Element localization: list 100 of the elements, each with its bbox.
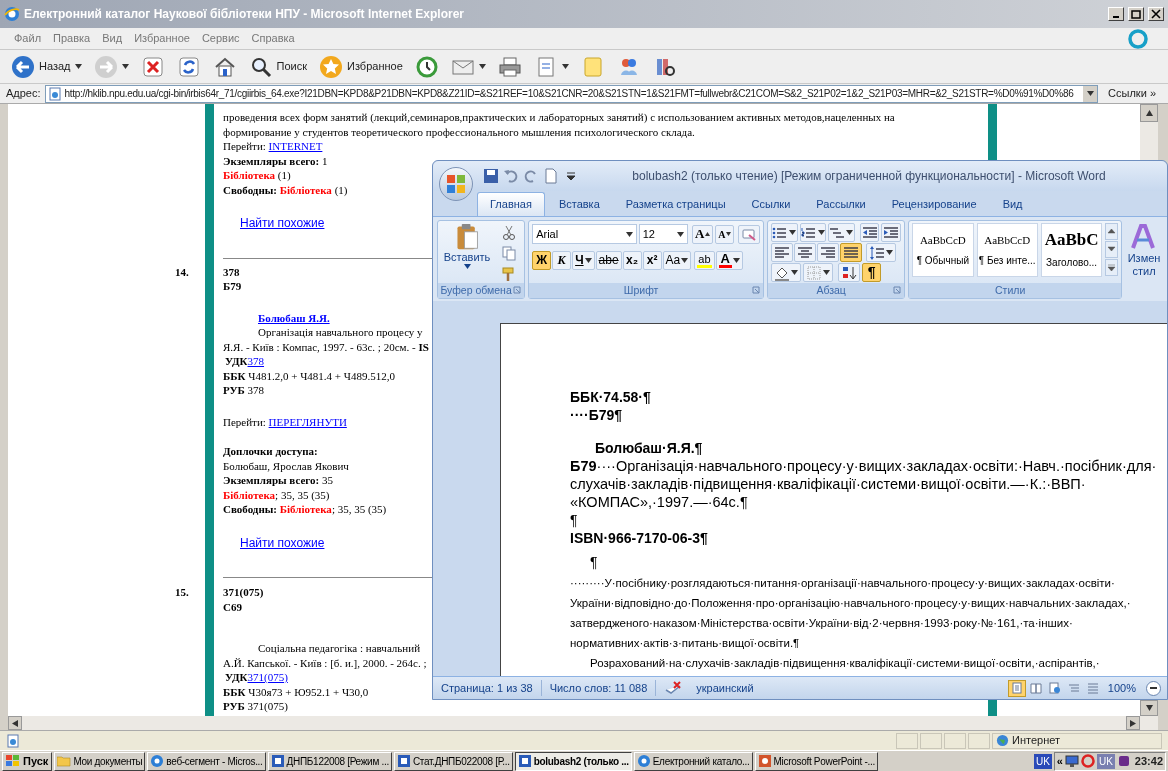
- line-spacing-button[interactable]: [866, 243, 897, 262]
- class-code: 378: [223, 264, 240, 279]
- clear-formatting-button[interactable]: [738, 224, 761, 244]
- format-button[interactable]: К: [552, 250, 572, 270]
- shading-button[interactable]: [771, 263, 802, 282]
- zoom-level[interactable]: 100%: [1107, 679, 1146, 697]
- search-button[interactable]: Поиск: [245, 52, 310, 81]
- caret-icon: [791, 270, 799, 275]
- caret-icon: [677, 231, 685, 237]
- taskbar-button[interactable]: веб-сегмент - Micros...: [147, 751, 266, 771]
- scroll-up-button[interactable]: [1105, 223, 1119, 240]
- scroll-down-button[interactable]: [1140, 700, 1158, 716]
- record-link[interactable]: 378: [247, 355, 264, 367]
- taskbar-button[interactable]: ДНПБ122008 [Режим ...: [267, 751, 392, 771]
- taskbar-button[interactable]: bolubash2 (только ...: [514, 751, 632, 771]
- paste-button[interactable]: Вставить: [441, 223, 493, 279]
- clipboard-icon: [454, 223, 480, 251]
- word-count[interactable]: Число слов: 11 088: [541, 679, 657, 697]
- language-status[interactable]: украинский: [682, 679, 768, 697]
- back-button[interactable]: Назад: [8, 52, 85, 81]
- record-text: РУБ 371(075): [223, 699, 288, 714]
- language-indicator[interactable]: UK: [1033, 753, 1052, 769]
- menu-item[interactable]: Сервис: [195, 30, 246, 47]
- globe-icon: [996, 734, 1009, 747]
- address-field[interactable]: http://hklib.npu.edu.ua/cgi-bin/irbis64r_71/cgiirbis_64.exe?I21DBN=KPD8&P21DBN=KPD8&Z21ID=&S21REF=10&S21CNR=20&S21STN=1&S21FMT=fullwebr&C21COM=S&2_S21P02=1&2_S21P03=MHR=&2_S21STR=%D0%91%D0%86: [44, 84, 1099, 103]
- links-button[interactable]: Ссылки »: [1102, 85, 1162, 102]
- document-icon: [270, 754, 285, 768]
- find-similar-link[interactable]: Найти похожие: [240, 535, 325, 550]
- author-link[interactable]: Болюбаш Я.Я.: [258, 311, 330, 324]
- change-styles-button[interactable]: Измен стил: [1125, 220, 1163, 296]
- format-button[interactable]: x²: [642, 250, 662, 270]
- ribbon-tab[interactable]: Главная: [477, 192, 545, 216]
- format-button[interactable]: abe: [595, 250, 622, 270]
- align-right-button[interactable]: [817, 243, 840, 262]
- taskbar-button[interactable]: Мои документы: [54, 751, 146, 771]
- font-color-button[interactable]: A: [715, 250, 743, 270]
- style-tile[interactable]: AaBbC Заголово...: [1040, 223, 1103, 277]
- taskbar-button[interactable]: Стат.ДНПБ022008 [Р...: [393, 751, 513, 771]
- grow-font-button[interactable]: A: [692, 224, 714, 244]
- align-justify-button[interactable]: [840, 243, 863, 262]
- font-name-field[interactable]: Arial: [532, 224, 637, 244]
- format-button[interactable]: Ж: [532, 250, 552, 270]
- scroll-right-button[interactable]: [1126, 716, 1140, 730]
- ribbon-tab[interactable]: Рецензирование: [879, 192, 989, 216]
- highlight-button[interactable]: ab: [694, 250, 715, 270]
- record-link[interactable]: 371(075): [247, 671, 288, 683]
- sort-button[interactable]: [838, 263, 861, 282]
- tray-expand-button[interactable]: «: [1056, 752, 1063, 770]
- numbering-button[interactable]: [799, 223, 827, 242]
- ribbon-tab[interactable]: Вид: [990, 192, 1035, 216]
- caret-icon: [561, 64, 569, 69]
- shrink-font-button[interactable]: A: [715, 224, 735, 244]
- taskbar-button[interactable]: Microsoft PowerPoint -...: [754, 751, 878, 771]
- document-heading: ····Б79¶: [570, 406, 624, 424]
- start-button[interactable]: Пуск: [2, 751, 53, 771]
- tray-badge[interactable]: UK: [1096, 753, 1115, 769]
- ribbon-tab[interactable]: Вставка: [546, 192, 612, 216]
- more-styles-button[interactable]: [1105, 259, 1119, 276]
- page-icon: [6, 733, 20, 748]
- ribbon-tab[interactable]: Рассылки: [804, 192, 878, 216]
- font-size-field[interactable]: 12: [638, 224, 689, 244]
- format-button[interactable]: Aa: [662, 250, 692, 270]
- class-code: С69: [223, 599, 242, 614]
- up-arrow-icon: [1145, 110, 1153, 116]
- taskbar-button[interactable]: Електронний катало...: [633, 751, 753, 771]
- ribbon-tab[interactable]: Ссылки: [739, 192, 803, 216]
- style-tile[interactable]: AaBbCcD ¶ Без инте...: [976, 223, 1038, 277]
- record-link[interactable]: ПЕРЕГЛЯНУТИ: [268, 415, 347, 428]
- borders-button[interactable]: [803, 263, 834, 282]
- align-center-button[interactable]: [794, 243, 817, 262]
- bullets-button[interactable]: [771, 223, 798, 242]
- menu-item[interactable]: Файл: [8, 30, 48, 47]
- ribbon-tab[interactable]: Разметка страницы: [613, 192, 738, 216]
- increase-indent-button[interactable]: [881, 223, 902, 242]
- minimize-button[interactable]: [1108, 7, 1124, 21]
- record-text: формирование у студентов теоретического профессионального мышления психологического склада.: [223, 124, 695, 139]
- multilevel-list-button[interactable]: [828, 223, 855, 242]
- show-marks-button[interactable]: ¶: [862, 263, 882, 282]
- menu-item[interactable]: Вид: [96, 30, 129, 47]
- scroll-left-button[interactable]: [8, 716, 22, 730]
- scroll-up-button[interactable]: [1140, 104, 1158, 122]
- scroll-down-button[interactable]: [1105, 241, 1119, 258]
- document-heading: ISBN·966-7170-06-3¶: [570, 529, 709, 547]
- format-button[interactable]: Ч: [572, 250, 595, 270]
- record-link[interactable]: INTERNET: [268, 140, 323, 152]
- save-button[interactable]: [481, 166, 501, 186]
- zoom-out-button[interactable]: [1146, 680, 1161, 696]
- favorites-button[interactable]: Избранное: [316, 52, 406, 81]
- menu-item[interactable]: Справка: [245, 30, 301, 47]
- maximize-button[interactable]: [1128, 7, 1144, 21]
- page-count[interactable]: Страница: 1 из 38: [433, 679, 542, 697]
- menu-item[interactable]: Избранное: [128, 30, 196, 47]
- style-tile[interactable]: AaBbCcD ¶ Обычный: [912, 223, 974, 277]
- format-button[interactable]: x₂: [622, 250, 642, 270]
- close-button[interactable]: [1148, 7, 1164, 21]
- print-layout-button[interactable]: [1007, 679, 1026, 697]
- align-left-button[interactable]: [771, 243, 794, 262]
- find-similar-link[interactable]: Найти похожие: [240, 216, 325, 230]
- menu-item[interactable]: Правка: [47, 30, 97, 47]
- decrease-indent-button[interactable]: [859, 223, 880, 242]
